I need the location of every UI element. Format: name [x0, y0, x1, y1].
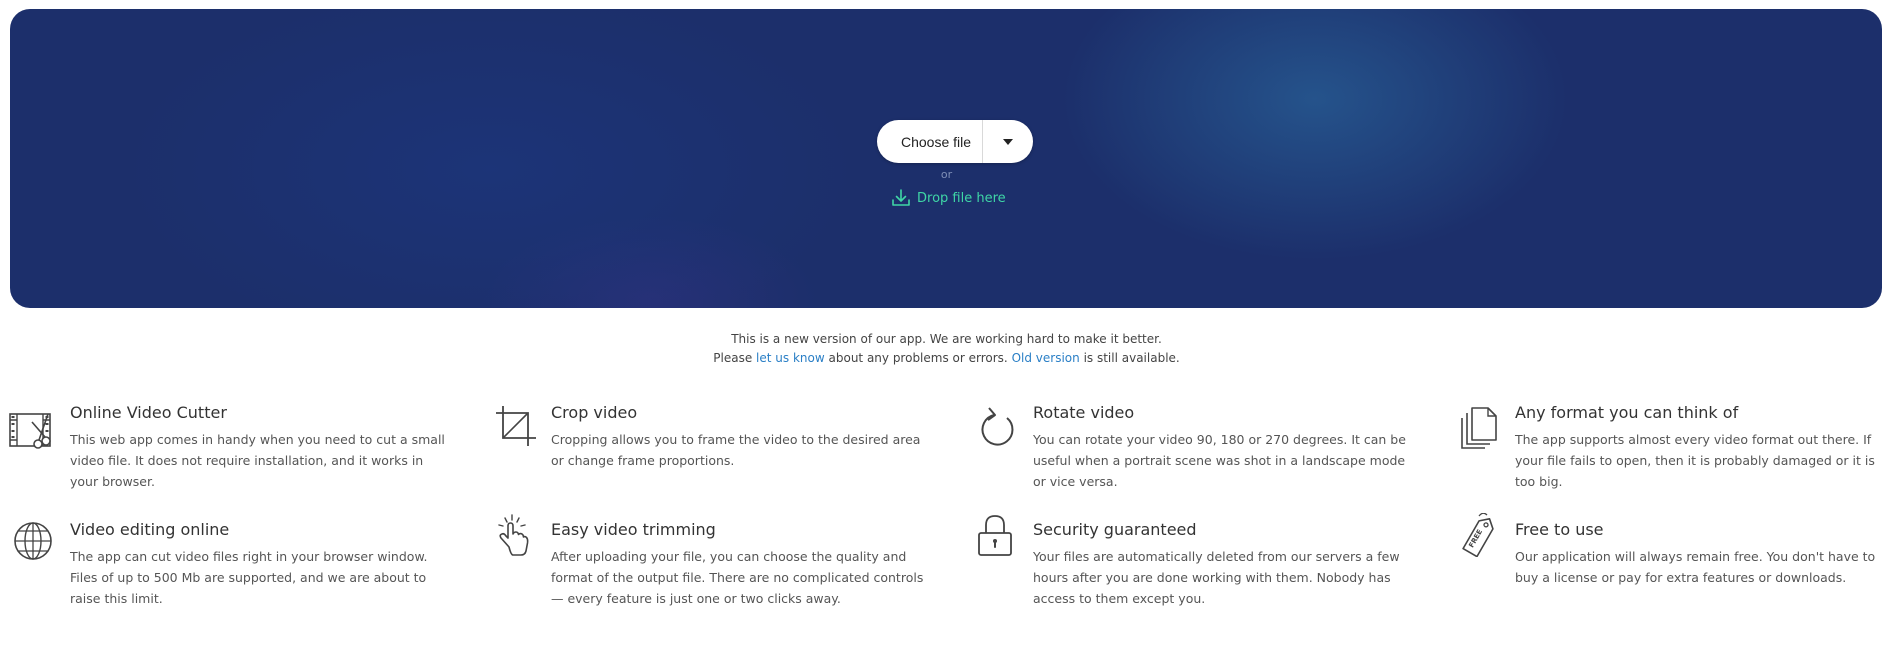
rotate-icon	[981, 407, 1014, 446]
feature-rotate-video: Rotate video You can rotate your video 9…	[981, 402, 1413, 492]
old-version-link[interactable]: Old version	[1012, 351, 1080, 365]
notice-middle: about any problems or errors.	[828, 351, 1008, 365]
feedback-link[interactable]: let us know	[756, 351, 825, 365]
notice-line-2: Please let us know about any problems or…	[0, 349, 1893, 368]
crop-icon	[496, 406, 536, 446]
notice-prefix: Please	[713, 351, 753, 365]
feature-description: The app supports almost every video form…	[1515, 432, 1875, 489]
feature-title: Free to use	[1515, 520, 1604, 539]
notice-line-1: This is a new version of our app. We are…	[731, 332, 1162, 346]
feature-any-format: Any format you can think of The app supp…	[1461, 402, 1893, 492]
feature-crop-video: Crop video Cropping allows you to frame …	[496, 402, 931, 471]
feature-title: Security guaranteed	[1033, 520, 1197, 539]
feature-title: Online Video Cutter	[70, 403, 227, 422]
feature-description: You can rotate your video 90, 180 or 270…	[1033, 432, 1406, 489]
notice-suffix: is still available.	[1083, 351, 1180, 365]
feature-description: After uploading your file, you can choos…	[551, 549, 924, 606]
feature-title: Easy video trimming	[551, 520, 716, 539]
feature-description: Your files are automatically deleted fro…	[1033, 549, 1400, 606]
feature-title: Crop video	[551, 403, 638, 422]
feature-description: The app can cut video files right in you…	[70, 549, 428, 606]
drop-file-zone[interactable]: Drop file here	[891, 188, 1006, 208]
upload-hero[interactable]: Choose file or Drop file here	[10, 9, 1882, 308]
feature-title: Any format you can think of	[1515, 403, 1739, 422]
film-scissors-icon	[9, 413, 51, 449]
feature-online-video-cutter: Online Video Cutter This web app comes i…	[9, 402, 450, 492]
or-separator: or	[940, 168, 953, 181]
feature-video-editing-online: Video editing online The app can cut vid…	[14, 519, 450, 609]
choose-file-control: Choose file	[877, 120, 1033, 163]
feature-description: This web app comes in handy when you nee…	[70, 432, 445, 489]
feature-free-to-use: FREE Free to use Our application will al…	[1462, 513, 1893, 588]
feature-description: Our application will always remain free.…	[1515, 549, 1876, 585]
feature-easy-trimming: Easy video trimming After uploading your…	[498, 514, 931, 609]
feature-description: Cropping allows you to frame the video t…	[551, 432, 921, 468]
lock-icon	[978, 515, 1012, 556]
globe-icon	[14, 522, 52, 560]
hand-click-icon	[498, 514, 529, 556]
feature-title: Rotate video	[1033, 403, 1135, 422]
documents-icon	[1461, 407, 1497, 449]
choose-file-button[interactable]: Choose file	[877, 134, 982, 150]
feature-title: Video editing online	[70, 520, 230, 539]
source-dropdown-button[interactable]	[983, 120, 1033, 163]
download-icon	[892, 189, 910, 206]
free-tag-icon: FREE	[1462, 513, 1494, 557]
version-notice: This is a new version of our app. We are…	[0, 330, 1893, 368]
drop-file-label: Drop file here	[917, 190, 1006, 206]
caret-down-icon	[1003, 138, 1013, 145]
feature-security: Security guaranteed Your files are autom…	[978, 515, 1413, 609]
